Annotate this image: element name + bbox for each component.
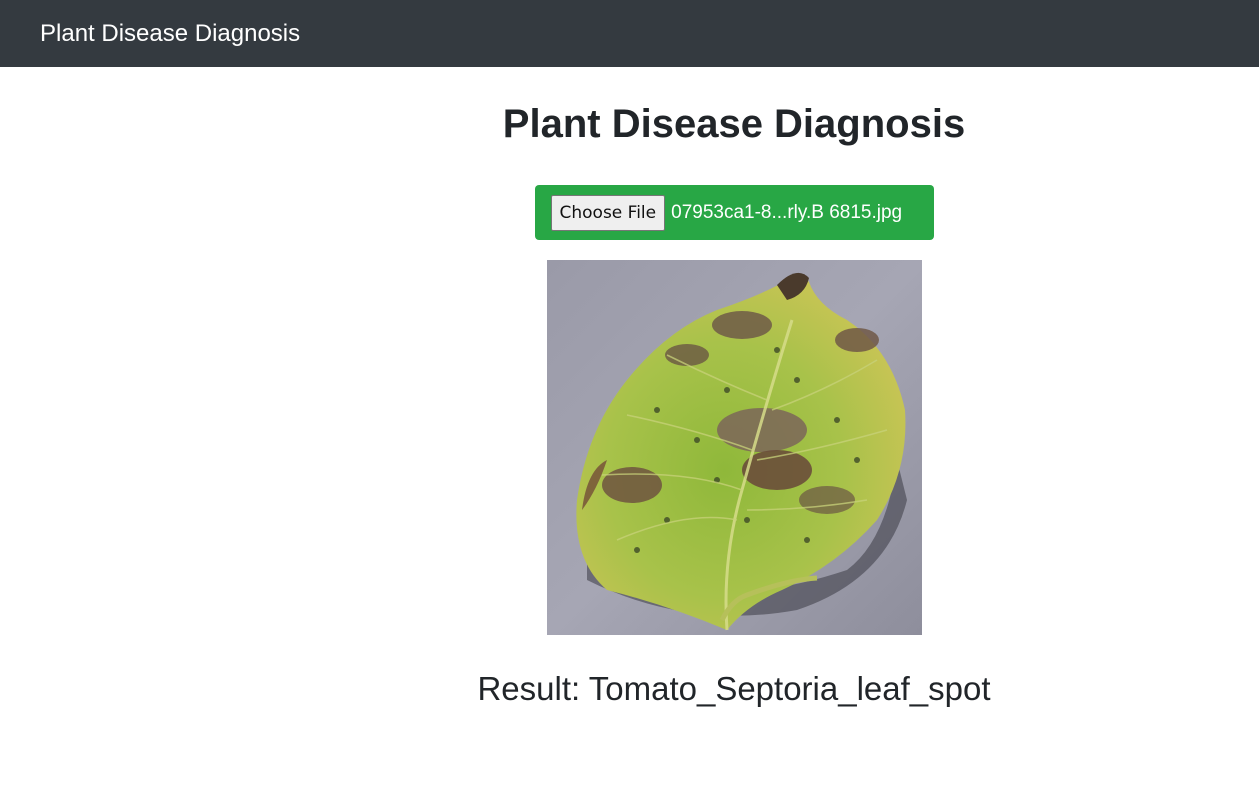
navbar: Plant Disease Diagnosis [0, 0, 1259, 67]
diagnosis-result: Result: Tomato_Septoria_leaf_spot [477, 670, 991, 707]
navbar-brand-link[interactable]: Plant Disease Diagnosis [40, 21, 300, 46]
choose-file-button[interactable]: Choose File [550, 194, 666, 231]
page-title: Plant Disease Diagnosis [502, 102, 966, 146]
main-content: Plant Disease Diagnosis Choose File 0795… [418, 67, 1050, 809]
file-upload-control[interactable]: Choose File 07953ca1-8...rly.B 6815.jpg [534, 185, 934, 240]
uploaded-leaf-image [546, 260, 922, 635]
selected-file-name: 07953ca1-8...rly.B 6815.jpg [671, 201, 903, 223]
